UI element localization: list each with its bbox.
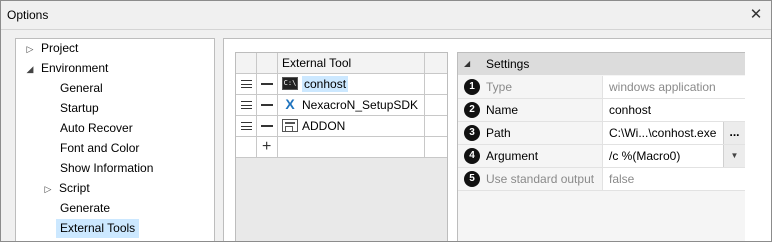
number-badge: 1: [464, 79, 480, 95]
add-button[interactable]: +: [257, 137, 278, 157]
close-icon[interactable]: ✕: [747, 6, 765, 24]
tree-item-show-information[interactable]: Show Information: [60, 159, 153, 178]
property-row-type: 1 Type windows application: [458, 76, 745, 99]
drag-handle[interactable]: [236, 116, 257, 136]
argument-field[interactable]: /c %(Macro0) ▼: [602, 145, 745, 167]
remove-button[interactable]: [257, 116, 278, 136]
app-window-icon: [282, 119, 298, 133]
title-divider: [1, 29, 771, 30]
tree-item-label: Project: [41, 41, 79, 55]
tree-item-external-tools[interactable]: External Tools: [56, 219, 140, 238]
header-cell-end: [425, 53, 447, 73]
table-row[interactable]: X NexacroN_SetupSDK: [236, 95, 447, 116]
number-badge: 3: [464, 125, 480, 141]
add-row-cell-blank: [278, 137, 425, 157]
expand-arrow-icon[interactable]: ▷: [25, 40, 35, 59]
row-cell-end: [425, 95, 447, 115]
remove-button[interactable]: [257, 74, 278, 94]
row-cell-end: [425, 74, 447, 94]
tree-item-label: Script: [59, 181, 90, 195]
drag-handle[interactable]: [236, 74, 257, 94]
property-name: Name: [486, 103, 519, 117]
property-name: Use standard output: [486, 172, 595, 186]
drag-handle-icon: [241, 101, 252, 109]
row-cell-end: [425, 116, 447, 136]
path-value: C:\Wi...\conhost.exe: [609, 126, 717, 140]
property-row-name: 2 Name conhost: [458, 99, 745, 122]
argument-value: /c %(Macro0): [609, 149, 681, 163]
tree-item-script[interactable]: ▷ Script: [43, 179, 90, 198]
property-row-use-standard-output: 5 Use standard output false: [458, 168, 745, 191]
property-name: Argument: [486, 149, 539, 163]
tree-item-label: Environment: [41, 61, 109, 75]
add-row-cell-end: [425, 137, 447, 157]
plus-icon: +: [262, 138, 272, 155]
add-row: +: [236, 137, 447, 158]
table-row[interactable]: ADDON: [236, 116, 447, 137]
name-field[interactable]: conhost: [602, 99, 745, 121]
property-row-argument: 4 Argument /c %(Macro0) ▼: [458, 145, 745, 168]
nexacro-x-icon: X: [285, 96, 295, 113]
tool-name: NexacroN_SetupSDK: [302, 98, 419, 112]
tool-name: ADDON: [302, 119, 346, 133]
drag-handle-icon: [241, 80, 252, 88]
panel-margin: [745, 52, 771, 241]
tree-item-project[interactable]: ▷ Project: [25, 39, 79, 59]
tool-name-cell[interactable]: X NexacroN_SetupSDK: [278, 95, 425, 115]
minus-icon: [261, 83, 273, 85]
minus-icon: [261, 125, 273, 127]
grid-header-row: External Tool: [236, 53, 447, 74]
tree-item-font-and-color[interactable]: Font and Color: [60, 139, 139, 158]
type-value: windows application: [602, 76, 745, 98]
tool-name: conhost: [302, 76, 349, 92]
settings-property-grid: ◢ Settings 1 Type windows application 2 …: [457, 52, 746, 241]
window-title: Options: [7, 8, 49, 22]
tool-name-cell[interactable]: C:\ conhost: [278, 74, 425, 94]
tree-item-startup[interactable]: Startup: [60, 99, 99, 118]
console-icon: C:\: [282, 77, 298, 91]
add-row-cell-empty: [236, 137, 257, 157]
external-tool-grid: External Tool C:\ conhost X NexacroN_Setup…: [235, 52, 448, 241]
header-cell-action: [257, 53, 278, 73]
minus-icon: [261, 104, 273, 106]
number-badge: 5: [464, 171, 480, 187]
tool-name-cell[interactable]: ADDON: [278, 116, 425, 136]
tree-item-auto-recover[interactable]: Auto Recover: [60, 119, 133, 138]
number-badge: 4: [464, 148, 480, 164]
expand-arrow-icon[interactable]: ▷: [43, 180, 53, 199]
number-badge: 2: [464, 102, 480, 118]
drag-handle-icon: [241, 122, 252, 130]
tree-item-environment[interactable]: ◢ Environment: [25, 59, 109, 79]
use-standard-output-value: false: [602, 168, 745, 190]
property-row-path: 3 Path C:\Wi...\conhost.exe...: [458, 122, 745, 145]
table-row[interactable]: C:\ conhost: [236, 74, 447, 95]
path-field[interactable]: C:\Wi...\conhost.exe...: [602, 122, 745, 144]
remove-button[interactable]: [257, 95, 278, 115]
options-window: Options ✕ ▷ Project ◢ Environment General …: [0, 0, 772, 242]
drag-handle[interactable]: [236, 95, 257, 115]
tree-item-general[interactable]: General: [60, 79, 103, 98]
property-name: Path: [486, 126, 511, 140]
header-cell-handle: [236, 53, 257, 73]
chevron-down-icon[interactable]: ▼: [723, 145, 745, 167]
property-name: Type: [486, 80, 513, 94]
browse-button[interactable]: ...: [723, 122, 745, 144]
title-bar: Options ✕: [1, 1, 771, 29]
collapse-arrow-icon[interactable]: ◢: [25, 60, 35, 79]
collapse-triangle-icon[interactable]: ◢: [464, 53, 470, 75]
tree-item-generate[interactable]: Generate: [60, 199, 110, 218]
settings-section-header[interactable]: ◢ Settings: [458, 53, 745, 75]
grid-header-external-tool: External Tool: [278, 53, 425, 73]
settings-title: Settings: [486, 57, 530, 71]
